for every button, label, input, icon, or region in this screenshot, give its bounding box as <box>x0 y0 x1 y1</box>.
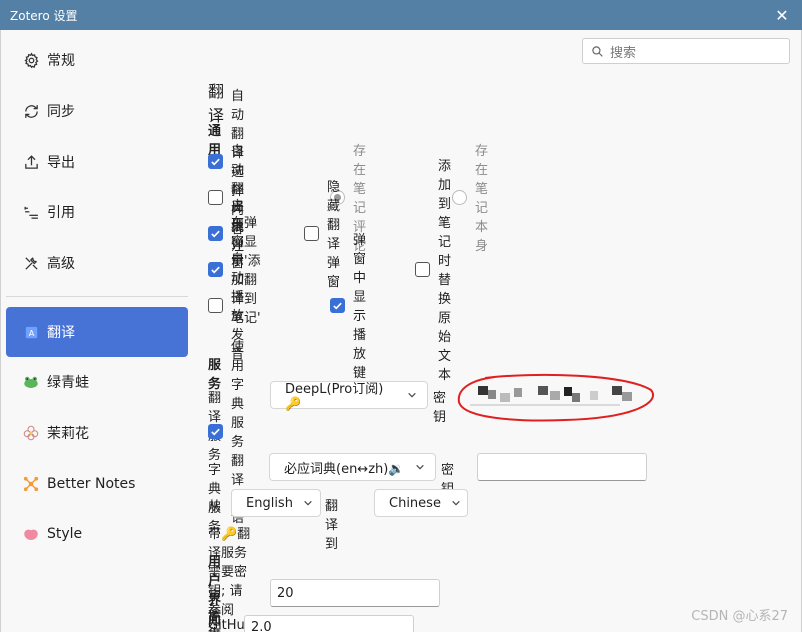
checkbox-checked[interactable] <box>330 297 345 313</box>
sidebar-item-label: 高级 <box>47 256 75 272</box>
sidebar-item-advanced[interactable]: 高级 <box>6 241 188 285</box>
search-input[interactable]: 搜索 <box>582 38 790 64</box>
show-play-button-checkbox[interactable]: 弹窗中显示播放键 <box>330 233 366 381</box>
jasmine-icon <box>22 424 40 442</box>
chevron-down-icon <box>303 498 313 508</box>
sidebar-item-translate[interactable]: A 翻译 <box>6 307 188 357</box>
input-value: 20 <box>277 585 294 601</box>
chevron-down-icon <box>407 390 417 400</box>
close-icon[interactable]: ✕ <box>772 5 792 25</box>
red-annotation-ellipse <box>457 373 654 422</box>
sidebar: 常规 同步 导出 引用 高级 A 翻译 绿青蛙 茉莉花 Better Notes… <box>6 30 188 632</box>
checkbox-unchecked[interactable] <box>304 225 319 241</box>
select-value: 必应词典(en↔zh)🔉 <box>284 461 405 477</box>
select-value: DeepL(Pro订阅)🔑 <box>285 382 384 412</box>
checkbox-unchecked[interactable] <box>208 297 223 313</box>
line-height-label: 行高 <box>208 624 222 632</box>
dict-key-input[interactable] <box>477 453 647 481</box>
select-value: Chinese <box>389 495 441 511</box>
sidebar-item-export[interactable]: 导出 <box>6 140 188 184</box>
line-height-input[interactable]: 2.0 <box>244 615 414 632</box>
page-title: 翻译 <box>208 82 225 125</box>
select-value: English <box>246 495 293 511</box>
checkbox-label: 添加到笔记时替换原始文本 <box>438 159 452 383</box>
radio-label: 存在笔记本身 <box>475 144 489 254</box>
radio-unselected[interactable] <box>452 189 467 205</box>
save-to-note-body-radio[interactable]: 存在笔记本身 <box>452 144 488 254</box>
sidebar-item-label: 同步 <box>47 104 75 120</box>
gear-icon <box>22 51 40 69</box>
sidebar-divider <box>6 296 188 297</box>
checkbox-unchecked[interactable] <box>208 189 223 205</box>
sidebar-item-general[interactable]: 常规 <box>6 38 188 82</box>
source-language-select[interactable]: English <box>231 489 321 517</box>
svg-text:A: A <box>28 327 34 337</box>
sidebar-item-sync[interactable]: 同步 <box>6 89 188 133</box>
use-dictionary-checkbox[interactable]: 使用字典服务翻译词语 <box>208 340 244 526</box>
checkbox-checked[interactable] <box>208 153 223 169</box>
title-bar: Zotero 设置 ✕ <box>0 0 802 30</box>
checkbox-checked[interactable] <box>208 261 223 277</box>
key-label: 密钥 <box>433 391 447 425</box>
window-title: Zotero 设置 <box>10 8 78 23</box>
tools-icon <box>22 254 40 272</box>
style-icon <box>22 525 40 543</box>
translate-icon: A <box>22 323 40 341</box>
checkbox-label: 弹窗中显示播放键 <box>353 233 367 381</box>
search-icon <box>591 45 604 58</box>
to-label: 翻译到 <box>325 499 339 552</box>
chevron-down-icon <box>415 462 425 472</box>
sidebar-item-label: 茉莉花 <box>47 426 89 442</box>
frog-icon <box>22 373 40 391</box>
search-placeholder: 搜索 <box>610 45 637 61</box>
sidebar-item-style[interactable]: Style <box>6 512 188 556</box>
sidebar-item-label: 翻译 <box>47 325 75 341</box>
from-label: 从 <box>208 499 222 514</box>
hide-popup-checkbox[interactable]: 隐藏翻译弹窗 <box>304 180 340 290</box>
checkbox-unchecked[interactable] <box>415 261 430 277</box>
watermark: CSDN @心系27 <box>691 609 788 624</box>
sidebar-item-label: Better Notes <box>47 476 136 492</box>
checkbox-checked[interactable] <box>208 225 223 241</box>
sidebar-item-cite[interactable]: 引用 <box>6 190 188 234</box>
target-language-select[interactable]: Chinese <box>374 489 468 517</box>
sidebar-item-label: 导出 <box>47 155 75 171</box>
sidebar-item-label: 绿青蛙 <box>47 375 89 391</box>
checkbox-label: 隐藏翻译弹窗 <box>327 180 341 290</box>
sidebar-item-label: 引用 <box>47 205 75 221</box>
replace-original-checkbox[interactable]: 添加到笔记时替换原始文本 <box>415 159 451 383</box>
font-size-input[interactable]: 20 <box>270 579 440 607</box>
cite-icon <box>22 203 40 221</box>
sidebar-item-label: Style <box>47 526 83 542</box>
auto-play-audio-checkbox[interactable]: 自动播放发音 <box>208 252 244 362</box>
sidebar-item-jasmine[interactable]: 茉莉花 <box>6 411 188 455</box>
translate-service-select[interactable]: DeepL(Pro订阅)🔑 <box>270 381 428 412</box>
sidebar-item-label: 常规 <box>47 53 75 69</box>
chevron-down-icon <box>451 498 461 508</box>
sidebar-item-better-notes[interactable]: Better Notes <box>6 462 188 506</box>
sidebar-item-green-frog[interactable]: 绿青蛙 <box>6 360 188 404</box>
export-icon <box>22 153 40 171</box>
sync-icon <box>22 102 40 120</box>
input-value: 2.0 <box>251 620 272 632</box>
better-notes-icon <box>22 475 40 493</box>
dict-service-select[interactable]: 必应词典(en↔zh)🔉 <box>269 453 436 481</box>
checkbox-checked[interactable] <box>208 423 223 439</box>
